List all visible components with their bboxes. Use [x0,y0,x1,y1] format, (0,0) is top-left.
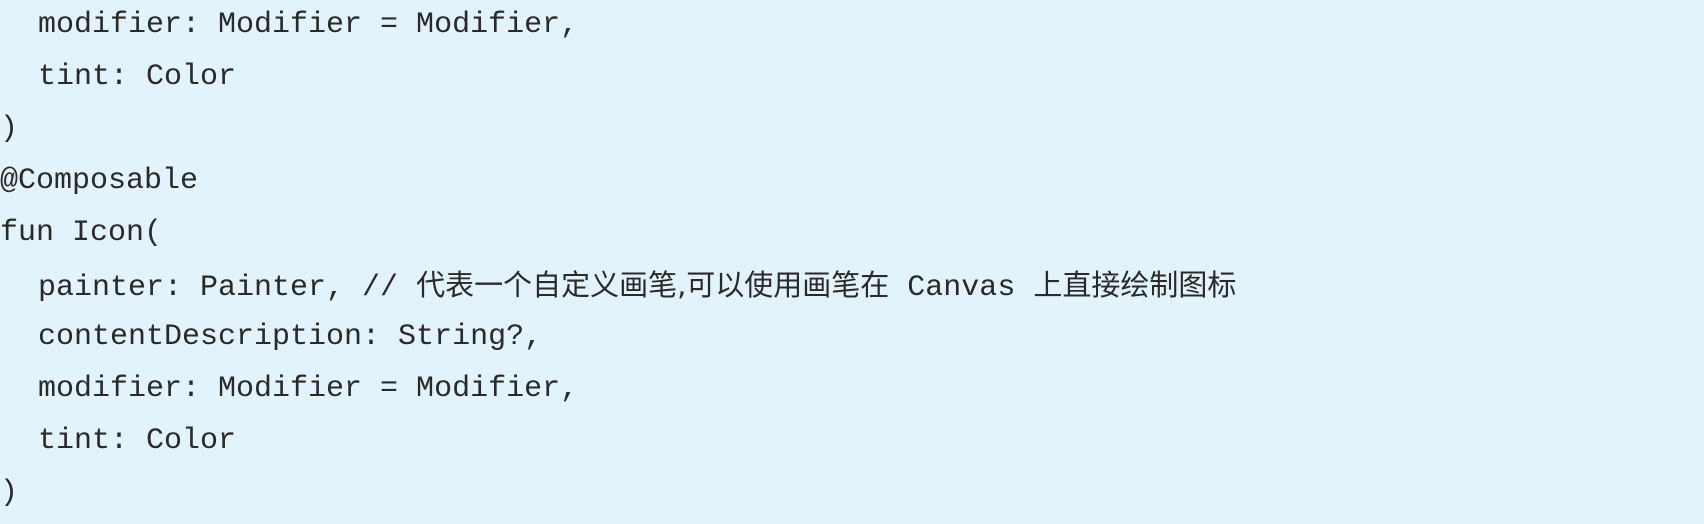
code-line-3: ) [0,112,19,146]
code-line-4: @Composable [0,164,199,198]
code-line-7: contentDescription: String?, [38,320,543,354]
code-line-5: fun Icon( [0,216,163,250]
code-block: modifier: Modifier = Modifier, tint: Col… [0,0,1704,524]
code-comment-canvas: Canvas [889,271,1034,305]
code-line-1: modifier: Modifier = Modifier, [38,8,579,42]
code-line-10: ) [0,476,19,510]
code-comment-chinese: 代表一个自定义画笔,可以使用画笔在 [416,268,890,302]
code-line-6: painter: Painter, // 代表一个自定义画笔,可以使用画笔在 C… [0,259,1236,311]
code-line-2: tint: Color [38,60,237,94]
code-comment-chinese-end: 上直接绘制图标 [1033,268,1237,302]
code-line-6-code: painter: Painter, // [38,271,417,305]
code-line-8: modifier: Modifier = Modifier, [38,372,579,406]
code-line-9: tint: Color [38,424,237,458]
